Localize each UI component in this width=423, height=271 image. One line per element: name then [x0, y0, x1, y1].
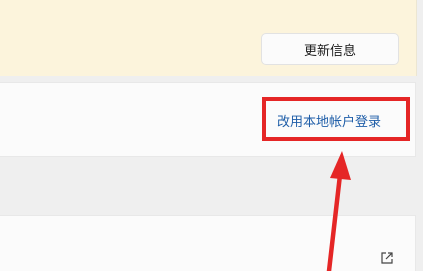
update-info-button[interactable]: 更新信息	[261, 33, 399, 65]
related-settings-card[interactable]	[0, 215, 416, 271]
highlight-box	[262, 97, 410, 141]
open-external-icon[interactable]	[380, 251, 394, 265]
settings-page: 更新信息 改用本地帐户登录	[0, 0, 423, 271]
update-info-banner: 更新信息	[0, 0, 417, 76]
